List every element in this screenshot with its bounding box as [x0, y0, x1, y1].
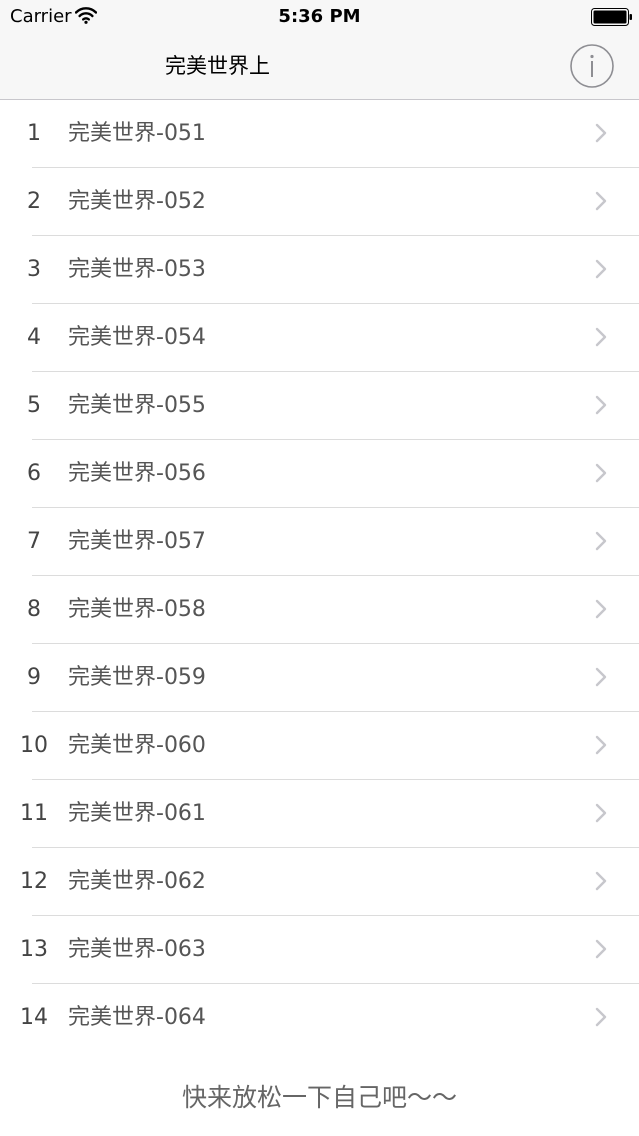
chevron-right-icon — [595, 395, 607, 415]
list-item-title: 完美世界-057 — [68, 529, 206, 554]
list-item[interactable]: 8 完美世界-058 — [0, 576, 639, 644]
list-item[interactable]: 13 完美世界-063 — [0, 916, 639, 984]
list-item[interactable]: 7 完美世界-057 — [0, 508, 639, 576]
list-item-number: 7 — [27, 529, 41, 554]
list-item-title: 完美世界-051 — [68, 121, 206, 146]
chevron-right-icon — [595, 803, 607, 823]
list-item-number: 13 — [20, 937, 48, 962]
chevron-right-icon — [595, 327, 607, 347]
list-item-number: 2 — [27, 189, 41, 214]
list-item-title: 完美世界-053 — [68, 257, 206, 282]
list-item-number: 14 — [20, 1005, 48, 1030]
list-item-number: 11 — [20, 801, 48, 826]
list-item[interactable]: 10 完美世界-060 — [0, 712, 639, 780]
chevron-right-icon — [595, 463, 607, 483]
list-item[interactable]: 2 完美世界-052 — [0, 168, 639, 236]
navigation-bar: 完美世界上 — [0, 34, 639, 100]
list-item-title: 完美世界-064 — [68, 1005, 206, 1030]
episode-list: 1 完美世界-051 2 完美世界-052 3 完美世界-053 4 完美世界-054 5 完美世… — [0, 100, 639, 1052]
list-item-number: 6 — [27, 461, 41, 486]
list-item-number: 1 — [27, 121, 41, 146]
info-icon — [570, 44, 614, 88]
list-item-number: 12 — [20, 869, 48, 894]
app-screen: Carrier 5:36 PM 完美世界上 1 完美世界-051 2 完美世界-052… — [0, 0, 639, 1136]
list-item-title: 完美世界-054 — [68, 325, 206, 350]
chevron-right-icon — [595, 939, 607, 959]
list-item-title: 完美世界-056 — [68, 461, 206, 486]
list-item[interactable]: 6 完美世界-056 — [0, 440, 639, 508]
list-item[interactable]: 4 完美世界-054 — [0, 304, 639, 372]
chevron-right-icon — [595, 191, 607, 211]
chevron-right-icon — [595, 735, 607, 755]
footer-text: 快来放松一下自己吧～～ — [181, 1083, 457, 1112]
list-item[interactable]: 14 完美世界-064 — [0, 984, 639, 1052]
info-button[interactable] — [570, 44, 614, 88]
list-item-title: 完美世界-062 — [68, 869, 206, 894]
list-item-number: 4 — [27, 325, 41, 350]
list-item-title: 完美世界-055 — [68, 393, 206, 418]
list-item[interactable]: 12 完美世界-062 — [0, 848, 639, 916]
status-time: 5:36 PM — [278, 6, 361, 27]
list-item-number: 8 — [27, 597, 41, 622]
list-item[interactable]: 9 完美世界-059 — [0, 644, 639, 712]
list-item[interactable]: 11 完美世界-061 — [0, 780, 639, 848]
list-item-title: 完美世界-061 — [68, 801, 206, 826]
list-item[interactable]: 5 完美世界-055 — [0, 372, 639, 440]
list-item-title: 完美世界-060 — [68, 733, 206, 758]
list-item-number: 3 — [27, 257, 41, 282]
list-item-number: 5 — [27, 393, 41, 418]
chevron-right-icon — [595, 667, 607, 687]
chevron-right-icon — [595, 259, 607, 279]
list-item-title: 完美世界-059 — [68, 665, 206, 690]
chevron-right-icon — [595, 871, 607, 891]
chevron-right-icon — [595, 1007, 607, 1027]
list-item-title: 完美世界-052 — [68, 189, 206, 214]
list-item[interactable]: 1 完美世界-051 — [0, 100, 639, 168]
list-item-title: 完美世界-058 — [68, 597, 206, 622]
list-item-number: 10 — [20, 733, 48, 758]
chevron-right-icon — [595, 531, 607, 551]
status-bar: Carrier 5:36 PM — [0, 0, 639, 34]
list-item-title: 完美世界-063 — [68, 937, 206, 962]
chevron-right-icon — [595, 599, 607, 619]
list-item[interactable]: 3 完美世界-053 — [0, 236, 639, 304]
page-title: 完美世界上 — [165, 54, 270, 78]
chevron-right-icon — [595, 123, 607, 143]
list-item-number: 9 — [27, 665, 41, 690]
battery-icon — [591, 8, 632, 26]
